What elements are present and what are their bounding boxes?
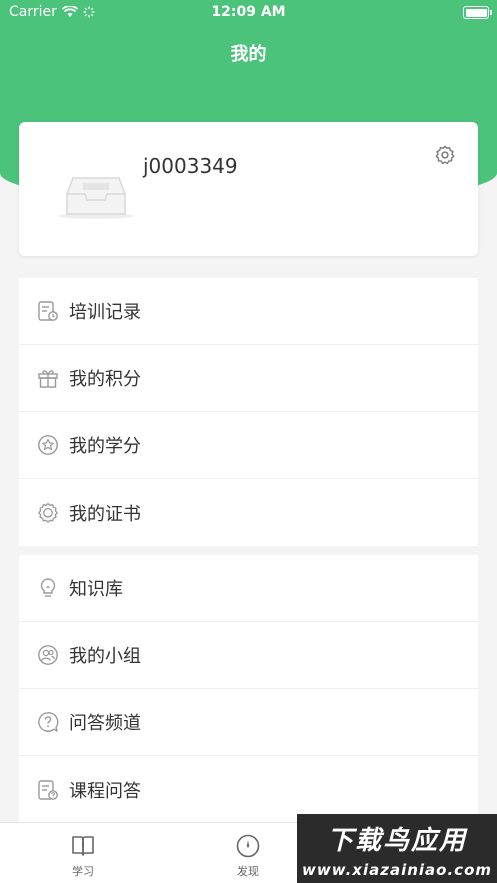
tab-label: 发现	[237, 865, 259, 878]
status-bar: Carrier 12:09 AM	[0, 0, 497, 26]
watermark-title: 下载鸟应用	[326, 826, 467, 856]
menu-group-community: 知识库 我的小组 问答频道 课程问答	[19, 555, 478, 823]
menu-item-knowledge-base[interactable]: 知识库	[19, 555, 478, 622]
gift-icon	[38, 370, 58, 388]
menu-item-my-certificates[interactable]: 我的证书	[19, 479, 478, 546]
lightbulb-icon	[40, 578, 56, 597]
battery-icon	[463, 6, 492, 19]
menu-label: 我的积分	[69, 369, 141, 390]
menu-item-my-groups[interactable]: 我的小组	[19, 622, 478, 689]
compass-icon	[236, 834, 260, 858]
question-icon	[38, 712, 59, 732]
tab-discover[interactable]: 发现	[218, 833, 278, 879]
watermark: 下载鸟应用 www.xiazainiao.com	[297, 814, 497, 883]
tab-study[interactable]: 学习	[53, 833, 113, 879]
clock: 12:09 AM	[211, 4, 286, 20]
gear-icon[interactable]	[434, 144, 456, 166]
profile-card[interactable]: j0003349	[19, 122, 478, 256]
menu-item-qa-channel[interactable]: 问答频道	[19, 689, 478, 756]
menu-item-training-records[interactable]: 培训记录	[19, 278, 478, 345]
training-record-icon	[38, 301, 58, 321]
watermark-url: www.xiazainiao.com	[301, 861, 493, 879]
book-icon	[72, 836, 94, 856]
menu-label: 问答频道	[69, 713, 141, 734]
menu-item-my-credits[interactable]: 我的学分	[19, 412, 478, 479]
menu-label: 培训记录	[69, 302, 141, 323]
star-icon	[38, 435, 58, 455]
menu-item-course-qa[interactable]: 课程问答	[19, 756, 478, 823]
menu-label: 我的小组	[69, 646, 141, 667]
menu-label: 知识库	[69, 579, 123, 600]
username: j0003349	[143, 154, 238, 178]
menu-item-my-points[interactable]: 我的积分	[19, 345, 478, 412]
menu-label: 我的学分	[69, 436, 141, 457]
course-qa-icon	[38, 779, 58, 800]
tab-label: 学习	[72, 865, 94, 878]
certificate-icon	[38, 502, 58, 523]
avatar[interactable]	[57, 172, 135, 220]
page-title: 我的	[230, 44, 267, 65]
menu-label: 我的证书	[69, 503, 141, 525]
group-icon	[38, 645, 58, 665]
menu-label: 课程问答	[69, 780, 141, 802]
menu-group-records: 培训记录 我的积分 我的学分 我的证书	[19, 278, 478, 546]
